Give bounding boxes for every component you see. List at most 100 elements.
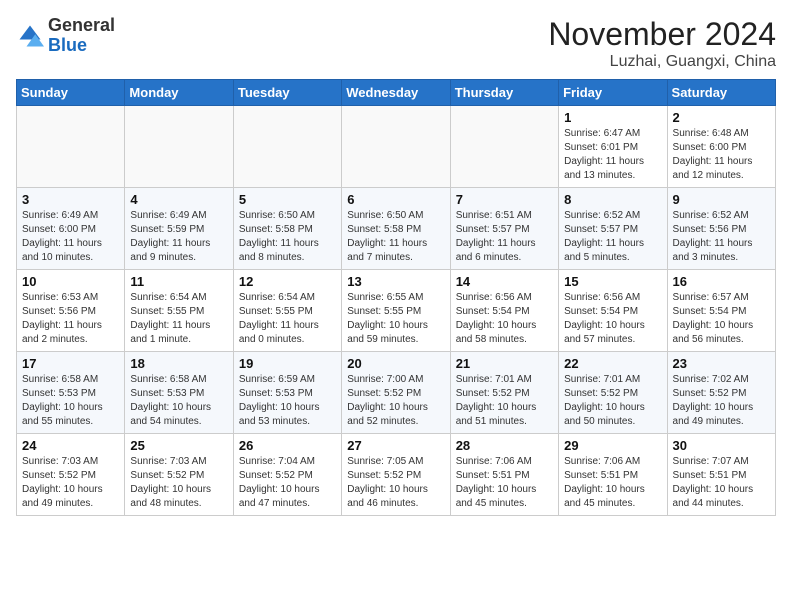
day-number: 7 — [456, 192, 553, 207]
calendar-cell — [233, 106, 341, 188]
calendar-cell: 15 Sunrise: 6:56 AM Sunset: 5:54 PM Dayli… — [559, 270, 667, 352]
month-title: November 2024 — [548, 16, 776, 53]
location: Luzhai, Guangxi, China — [548, 53, 776, 71]
calendar-cell: 11Sunrise: 6:54 AM Sunset: 5:55 PM Dayli… — [125, 270, 233, 352]
day-number: 16 — [673, 274, 770, 289]
header-monday: Monday — [125, 80, 233, 106]
calendar-cell — [125, 106, 233, 188]
header-wednesday: Wednesday — [342, 80, 450, 106]
day-info: Sunrise: 7:06 AM Sunset: 5:51 PM Dayligh… — [564, 455, 661, 511]
logo-text: General Blue — [48, 16, 115, 56]
calendar-cell: 17Sunrise: 6:58 AM Sunset: 5:53 PM Dayli… — [17, 352, 125, 434]
day-number: 24 — [22, 438, 119, 453]
day-info: Sunrise: 6:55 AM Sunset: 5:55 PM Dayligh… — [347, 291, 444, 347]
calendar-cell: 4Sunrise: 6:49 AM Sunset: 5:59 PM Daylig… — [125, 188, 233, 270]
day-number: 21 — [456, 356, 553, 371]
calendar-cell: 21 Sunrise: 7:01 AM Sunset: 5:52 PM Dayli… — [450, 352, 558, 434]
day-info: Sunrise: 7:00 AM Sunset: 5:52 PM Dayligh… — [347, 373, 444, 429]
day-number: 13 — [347, 274, 444, 289]
calendar-cell: 19Sunrise: 6:59 AM Sunset: 5:53 PM Dayli… — [233, 352, 341, 434]
day-number: 15 — [564, 274, 661, 289]
day-info: Sunrise: 6:57 AM Sunset: 5:54 PM Dayligh… — [673, 291, 770, 347]
day-number: 20 — [347, 356, 444, 371]
day-info: Sunrise: 6:54 AM Sunset: 5:55 PM Dayligh… — [239, 291, 336, 347]
page-header: General Blue November 2024 Luzhai, Guang… — [16, 16, 776, 71]
day-number: 14 — [456, 274, 553, 289]
day-info: Sunrise: 6:56 AM Sunset: 5:54 PM Dayligh… — [456, 291, 553, 347]
day-number: 1 — [564, 110, 661, 125]
logo-icon — [16, 22, 44, 50]
day-info: Sunrise: 6:59 AM Sunset: 5:53 PM Dayligh… — [239, 373, 336, 429]
calendar-cell: 12 Sunrise: 6:54 AM Sunset: 5:55 PM Dayli… — [233, 270, 341, 352]
calendar-cell: 6Sunrise: 6:50 AM Sunset: 5:58 PM Daylig… — [342, 188, 450, 270]
calendar-cell: 8Sunrise: 6:52 AM Sunset: 5:57 PM Daylig… — [559, 188, 667, 270]
day-info: Sunrise: 6:58 AM Sunset: 5:53 PM Dayligh… — [130, 373, 227, 429]
calendar-cell: 23Sunrise: 7:02 AM Sunset: 5:52 PM Dayli… — [667, 352, 775, 434]
day-number: 3 — [22, 192, 119, 207]
calendar-cell: 2Sunrise: 6:48 AM Sunset: 6:00 PM Daylig… — [667, 106, 775, 188]
day-number: 10 — [22, 274, 119, 289]
calendar-cell: 24 Sunrise: 7:03 AM Sunset: 5:52 PM Dayli… — [17, 434, 125, 516]
day-info: Sunrise: 7:03 AM Sunset: 5:52 PM Dayligh… — [22, 455, 119, 511]
calendar-cell — [342, 106, 450, 188]
calendar-cell: 27Sunrise: 7:05 AM Sunset: 5:52 PM Dayli… — [342, 434, 450, 516]
day-number: 25 — [130, 438, 227, 453]
calendar-cell: 9Sunrise: 6:52 AM Sunset: 5:56 PM Daylig… — [667, 188, 775, 270]
day-number: 8 — [564, 192, 661, 207]
logo-blue: Blue — [48, 35, 87, 55]
day-info: Sunrise: 6:58 AM Sunset: 5:53 PM Dayligh… — [22, 373, 119, 429]
calendar-cell: 7 Sunrise: 6:51 AM Sunset: 5:57 PM Daylig… — [450, 188, 558, 270]
day-info: Sunrise: 6:56 AM Sunset: 5:54 PM Dayligh… — [564, 291, 661, 347]
day-number: 18 — [130, 356, 227, 371]
calendar-cell: 10Sunrise: 6:53 AM Sunset: 5:56 PM Dayli… — [17, 270, 125, 352]
day-number: 12 — [239, 274, 336, 289]
calendar-cell — [17, 106, 125, 188]
day-info: Sunrise: 7:01 AM Sunset: 5:52 PM Dayligh… — [456, 373, 553, 429]
calendar-cell: 26 Sunrise: 7:04 AM Sunset: 5:52 PM Dayli… — [233, 434, 341, 516]
day-number: 29 — [564, 438, 661, 453]
header-tuesday: Tuesday — [233, 80, 341, 106]
calendar-cell: 13 Sunrise: 6:55 AM Sunset: 5:55 PM Dayli… — [342, 270, 450, 352]
day-info: Sunrise: 6:51 AM Sunset: 5:57 PM Dayligh… — [456, 209, 553, 265]
logo: General Blue — [16, 16, 115, 56]
calendar-table: SundayMondayTuesdayWednesdayThursdayFrid… — [16, 79, 776, 516]
day-info: Sunrise: 7:03 AM Sunset: 5:52 PM Dayligh… — [130, 455, 227, 511]
calendar-cell: 18 Sunrise: 6:58 AM Sunset: 5:53 PM Dayli… — [125, 352, 233, 434]
day-number: 30 — [673, 438, 770, 453]
header-thursday: Thursday — [450, 80, 558, 106]
calendar-week-row: 1 Sunrise: 6:47 AM Sunset: 6:01 PM Daylig… — [17, 106, 776, 188]
day-number: 28 — [456, 438, 553, 453]
header-sunday: Sunday — [17, 80, 125, 106]
calendar-cell: 30 Sunrise: 7:07 AM Sunset: 5:51 PM Dayli… — [667, 434, 775, 516]
day-info: Sunrise: 6:47 AM Sunset: 6:01 PM Dayligh… — [564, 127, 661, 183]
day-info: Sunrise: 6:50 AM Sunset: 5:58 PM Dayligh… — [239, 209, 336, 265]
day-info: Sunrise: 7:01 AM Sunset: 5:52 PM Dayligh… — [564, 373, 661, 429]
day-number: 23 — [673, 356, 770, 371]
calendar-week-row: 10Sunrise: 6:53 AM Sunset: 5:56 PM Dayli… — [17, 270, 776, 352]
day-number: 6 — [347, 192, 444, 207]
calendar-cell: 1 Sunrise: 6:47 AM Sunset: 6:01 PM Daylig… — [559, 106, 667, 188]
calendar-cell: 28 Sunrise: 7:06 AM Sunset: 5:51 PM Dayli… — [450, 434, 558, 516]
day-number: 5 — [239, 192, 336, 207]
calendar-cell — [450, 106, 558, 188]
header-friday: Friday — [559, 80, 667, 106]
logo-general: General — [48, 15, 115, 35]
day-info: Sunrise: 6:49 AM Sunset: 6:00 PM Dayligh… — [22, 209, 119, 265]
day-info: Sunrise: 6:54 AM Sunset: 5:55 PM Dayligh… — [130, 291, 227, 347]
calendar-cell: 20 Sunrise: 7:00 AM Sunset: 5:52 PM Dayli… — [342, 352, 450, 434]
calendar-cell: 29 Sunrise: 7:06 AM Sunset: 5:51 PM Dayli… — [559, 434, 667, 516]
day-info: Sunrise: 7:04 AM Sunset: 5:52 PM Dayligh… — [239, 455, 336, 511]
calendar-cell: 16 Sunrise: 6:57 AM Sunset: 5:54 PM Dayli… — [667, 270, 775, 352]
day-info: Sunrise: 7:07 AM Sunset: 5:51 PM Dayligh… — [673, 455, 770, 511]
calendar-cell: 22 Sunrise: 7:01 AM Sunset: 5:52 PM Dayli… — [559, 352, 667, 434]
calendar-week-row: 24 Sunrise: 7:03 AM Sunset: 5:52 PM Dayli… — [17, 434, 776, 516]
calendar-header-row: SundayMondayTuesdayWednesdayThursdayFrid… — [17, 80, 776, 106]
header-saturday: Saturday — [667, 80, 775, 106]
day-info: Sunrise: 7:06 AM Sunset: 5:51 PM Dayligh… — [456, 455, 553, 511]
calendar-week-row: 17Sunrise: 6:58 AM Sunset: 5:53 PM Dayli… — [17, 352, 776, 434]
calendar-cell: 14 Sunrise: 6:56 AM Sunset: 5:54 PM Dayli… — [450, 270, 558, 352]
calendar-cell: 3 Sunrise: 6:49 AM Sunset: 6:00 PM Daylig… — [17, 188, 125, 270]
day-number: 22 — [564, 356, 661, 371]
day-number: 26 — [239, 438, 336, 453]
day-info: Sunrise: 6:48 AM Sunset: 6:00 PM Dayligh… — [673, 127, 770, 183]
